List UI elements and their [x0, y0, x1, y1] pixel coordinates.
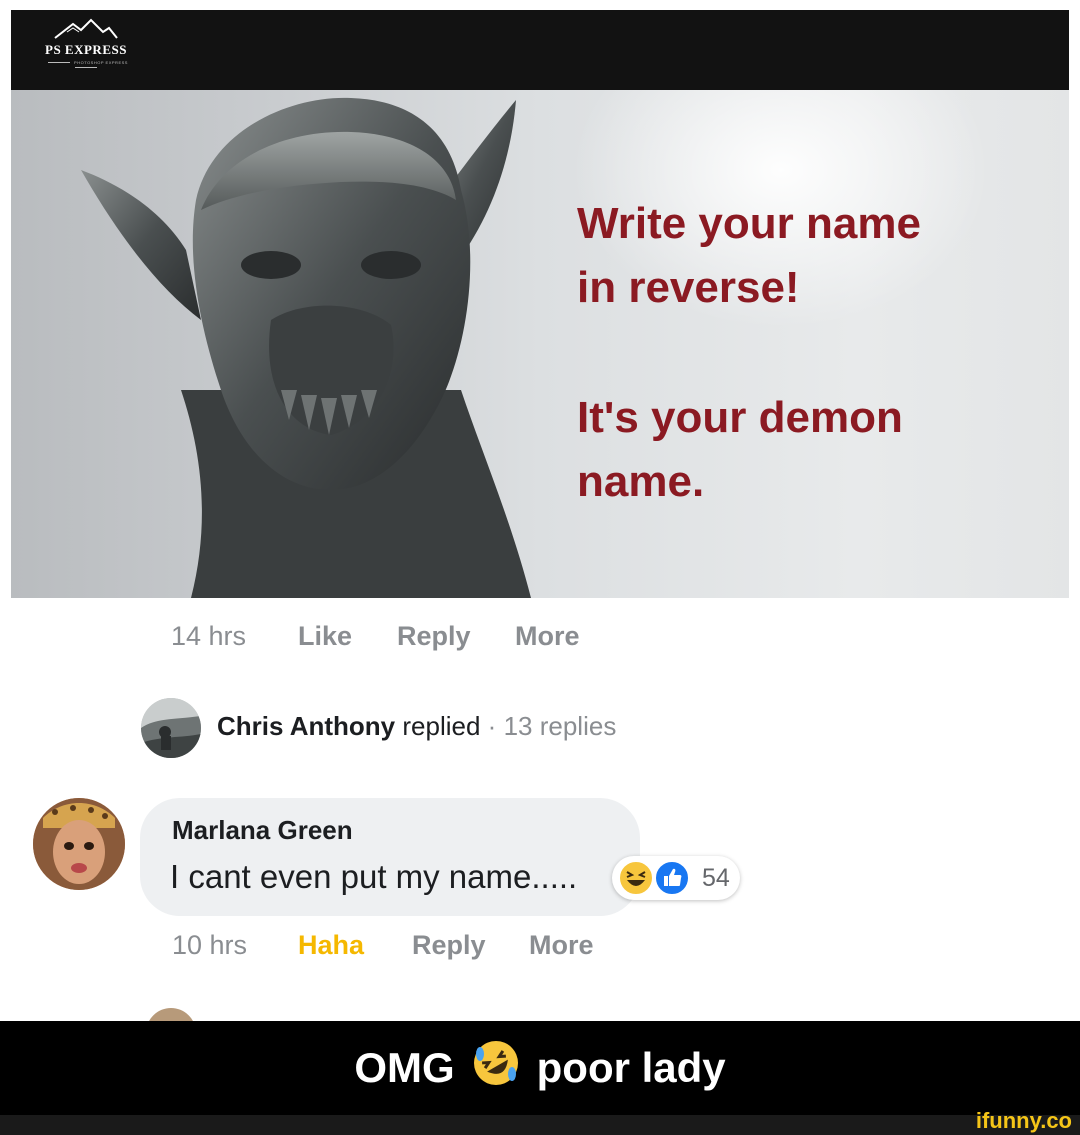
reply-separator: ·	[487, 711, 497, 741]
marlana-green-avatar[interactable]	[33, 798, 125, 890]
profile-photo-icon	[33, 798, 125, 890]
footer-bar	[0, 1115, 1080, 1135]
caption-text-after: poor lady	[536, 1044, 726, 1091]
chris-anthony-avatar[interactable]	[141, 698, 201, 758]
meme-image: Write your name in reverse! It's your de…	[11, 90, 1069, 598]
haha-reaction-button[interactable]: Haha	[298, 930, 364, 961]
meme-text-line-2: in reverse!	[577, 263, 800, 312]
post-timestamp: 14 hrs	[171, 621, 247, 651]
comment-author[interactable]: Marlana Green	[172, 815, 353, 846]
reply-summary[interactable]: Chris Anthony replied · 13 replies	[217, 711, 616, 742]
reaction-summary[interactable]: 54	[612, 856, 740, 900]
like-icon	[654, 860, 690, 896]
mountain-logo-icon	[54, 18, 118, 39]
comment-timestamp: 10 hrs	[172, 930, 248, 960]
ifunny-watermark[interactable]: ifunny.co	[976, 1108, 1072, 1134]
next-comment-avatar	[146, 1008, 196, 1021]
reaction-count: 54	[702, 864, 730, 892]
rolling-on-floor-laughing-icon	[471, 1038, 521, 1098]
reply-author[interactable]: Chris Anthony	[217, 711, 395, 741]
ps-express-logo: PS EXPRESS PHOTOSHOP EXPRESS	[31, 16, 141, 76]
reply-action: replied	[402, 711, 481, 741]
reply-count[interactable]: 13 replies	[504, 711, 617, 741]
meme-text-line-4: name.	[577, 457, 705, 506]
meme-text-line-1: Write your name	[577, 199, 921, 248]
comment-text: I cant even put my name.....	[170, 858, 578, 895]
caption-bar: OMG poor lady	[0, 1021, 1080, 1115]
logo-tagline: PHOTOSHOP EXPRESS	[31, 60, 141, 70]
like-button[interactable]: Like	[298, 621, 352, 652]
meme-text-line-3: It's your demon	[577, 393, 903, 442]
comment-more-button[interactable]: More	[529, 930, 594, 961]
demon-statue-image	[81, 97, 531, 598]
more-button[interactable]: More	[515, 621, 580, 652]
logo-name: PS EXPRESS	[45, 42, 127, 57]
reply-button[interactable]: Reply	[397, 621, 471, 652]
top-banner: PS EXPRESS PHOTOSHOP EXPRESS	[11, 10, 1069, 90]
comment-reply-button[interactable]: Reply	[412, 930, 486, 961]
caption: OMG poor lady	[0, 1021, 1080, 1115]
landscape-photo-icon	[141, 698, 201, 758]
haha-icon	[618, 860, 654, 896]
caption-text-before: OMG	[354, 1044, 455, 1091]
